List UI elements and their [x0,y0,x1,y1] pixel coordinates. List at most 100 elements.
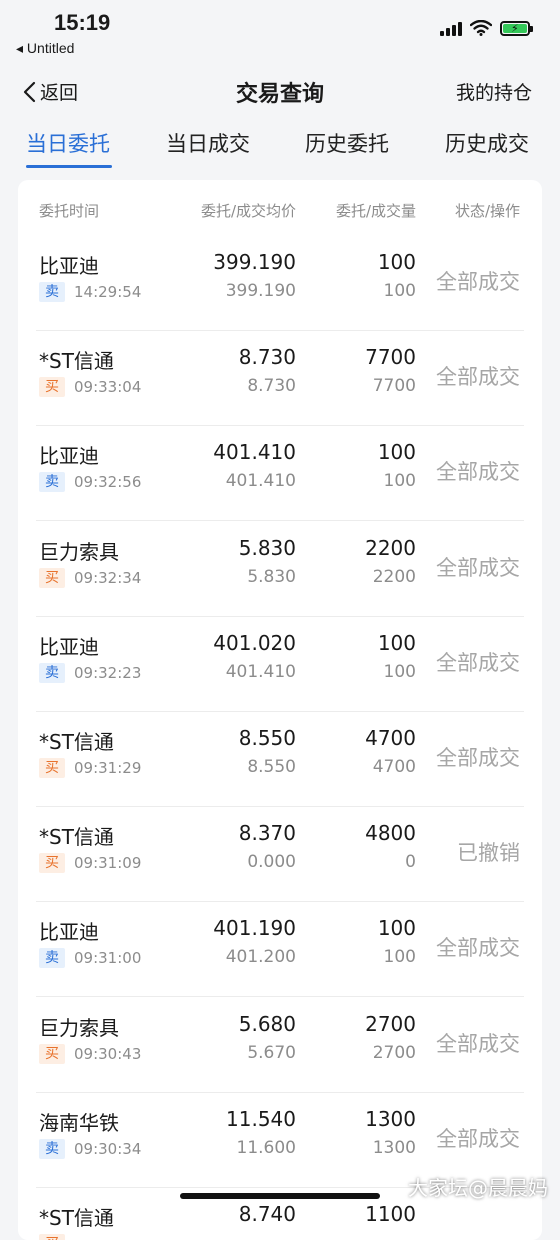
side-badge: 买 [39,1234,65,1240]
tab-history-orders[interactable]: 历史委托 [305,128,389,158]
order-time: 09:31:00 [74,949,142,968]
order-time: 09:32:56 [74,473,142,492]
table-row[interactable]: *ST信通买 09:31:09 8.370 0.000 4800 0 已撤销 [18,807,542,903]
avg-deal-price: 11.600 [236,1137,296,1158]
stock-name: 巨力索具 [39,1015,119,1040]
table-row[interactable]: 巨力索具买 09:30:43 5.680 5.670 2700 2700 全部成交 [18,998,542,1093]
avg-deal-price: 401.410 [225,471,296,492]
home-indicator[interactable] [180,1193,380,1199]
filled-qty: 0 [405,852,416,873]
order-qty: 2700 [365,1011,416,1036]
side-badge: 买 [39,1043,65,1064]
wifi-icon [470,20,492,36]
table-row[interactable]: 比亚迪卖 09:32:56 401.410 401.410 100 100 全部成交 [18,426,542,522]
order-status: 全部成交 [436,1031,520,1056]
avg-deal-price: 5.830 [247,566,296,587]
side-badge: 卖 [39,282,65,302]
my-positions-link[interactable]: 我的持仓 [456,78,532,105]
order-time: 09:30:34 [74,1139,142,1158]
filled-qty: 2700 [372,1042,416,1063]
order-price: 8.740 [238,1202,296,1226]
side-badge: 买 [39,853,65,874]
table-row[interactable]: 比亚迪卖 09:31:00 401.190 401.200 100 100 全部成交 [18,902,542,998]
stock-name: 比亚迪 [39,920,99,945]
filled-qty: 7700 [372,376,416,397]
order-qty: 4700 [365,726,416,750]
tab-today-orders[interactable]: 当日委托 [26,128,110,158]
order-qty: 100 [377,630,416,655]
table-row[interactable]: 巨力索具买 09:32:34 5.830 5.830 2200 2200 全部成交 [18,522,542,617]
tab-bar: 当日委托 当日成交 历史委托 历史成交 [0,128,560,170]
order-qty: 1300 [365,1106,416,1131]
stock-name: 比亚迪 [39,254,99,278]
cellular-signal-icon [440,20,462,36]
order-price: 401.410 [213,440,296,465]
table-row[interactable]: *ST信通买 09:33:04 8.730 8.730 7700 7700 全部成交 [18,331,542,427]
order-time: 09:30:43 [74,1044,142,1063]
order-time: 09:31:09 [74,854,142,873]
order-qty: 4800 [365,821,416,846]
order-status: 全部成交 [436,365,520,390]
filled-qty: 100 [383,661,416,682]
order-price: 401.020 [213,630,296,655]
navigation-bar: 返回 交易查询 我的持仓 [0,70,560,112]
header-status: 状态/操作 [454,202,520,220]
table-row[interactable]: *ST信通买 09:31:29 8.550 8.550 4700 4700 全部成交 [18,712,542,807]
avg-deal-price: 5.670 [247,1042,296,1063]
table-header: 委托时间 委托/成交均价 委托/成交量 状态/操作 [18,180,542,236]
order-price: 5.830 [238,535,296,560]
side-badge: 卖 [39,1138,65,1159]
filled-qty: 100 [383,281,416,301]
order-qty: 100 [377,916,416,941]
table-row[interactable]: 比亚迪卖 14:29:54 399.190 399.190 100 100 全部成交 [18,236,542,331]
watermark: 大家坛@晨晨妈 [408,1176,548,1200]
status-icons: ⚡ [440,20,533,36]
avg-deal-price: 0.000 [247,852,296,873]
tab-today-deals[interactable]: 当日成交 [166,128,250,158]
order-price: 8.550 [238,726,296,750]
clock: 15:19 [54,10,111,35]
side-badge: 买 [39,377,65,398]
avg-deal-price: 399.190 [225,281,296,301]
side-badge: 卖 [39,948,65,969]
back-to-app-link[interactable]: ◂ Untitled [16,40,74,57]
order-qty: 1100 [365,1202,416,1226]
avg-deal-price: 401.410 [225,661,296,682]
order-time: 09:33:04 [74,378,142,397]
orders-table: 委托时间 委托/成交均价 委托/成交量 状态/操作 比亚迪卖 14:29:54 39… [18,180,542,1240]
avg-deal-price: 8.550 [247,757,296,777]
order-price: 401.190 [213,916,296,941]
battery-charging-icon: ⚡ [500,20,533,36]
stock-name: *ST信通 [39,349,114,374]
stock-name: 比亚迪 [39,444,99,469]
order-price: 11.540 [226,1106,296,1131]
stock-name: 比亚迪 [39,634,99,659]
order-time: 14:29:54 [74,283,142,301]
order-price: 399.190 [213,250,296,274]
stock-name: *ST信通 [39,825,114,850]
side-badge: 卖 [39,472,65,493]
side-badge: 买 [39,567,65,588]
order-qty: 100 [377,250,416,274]
order-time: 09:32:23 [74,663,142,682]
order-qty: 7700 [365,345,416,370]
order-qty: 2200 [365,535,416,560]
stock-name: *ST信通 [39,730,114,754]
header-order-time: 委托时间 [39,202,100,220]
order-status: 全部成交 [436,746,520,770]
table-row[interactable]: 比亚迪卖 09:32:23 401.020 401.410 100 100 全部成交 [18,617,542,712]
avg-deal-price: 8.730 [247,376,296,397]
order-time: 09:31:29 [74,759,142,777]
order-status: 已撤销 [457,841,520,866]
side-badge: 卖 [39,662,65,683]
order-status: 全部成交 [436,1126,520,1151]
avg-deal-price: 401.200 [225,947,296,968]
filled-qty: 100 [383,947,416,968]
stock-name: *ST信通 [39,1206,114,1230]
order-status: 全部成交 [436,555,520,580]
status-bar: 15:19 ◂ Untitled ⚡ [0,0,560,62]
tab-history-deals[interactable]: 历史成交 [445,128,529,158]
order-price: 8.370 [238,821,296,846]
header-qty: 委托/成交量 [335,202,416,220]
order-time: 09:32:34 [74,568,142,587]
